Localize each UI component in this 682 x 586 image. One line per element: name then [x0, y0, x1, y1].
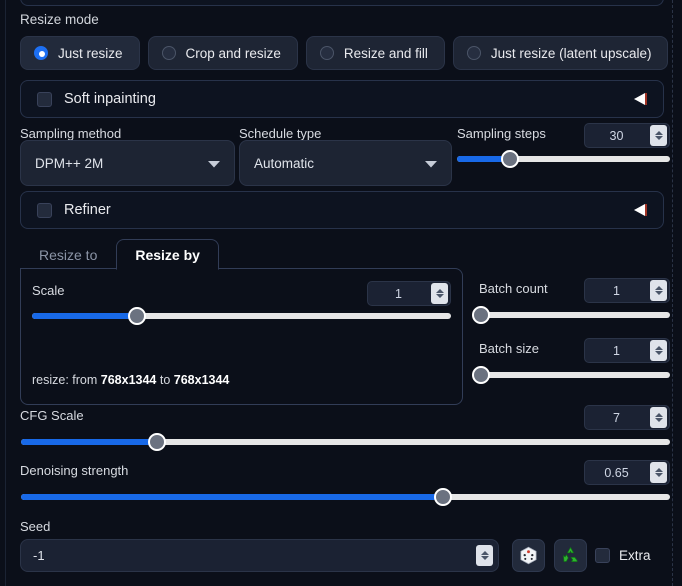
batch-size-label: Batch size	[479, 341, 539, 356]
slider-knob[interactable]	[501, 150, 520, 168]
slider-knob[interactable]	[127, 307, 146, 325]
slider-track	[481, 372, 670, 378]
cfg-scale-label: CFG Scale	[20, 408, 84, 423]
denoising-strength-stepper[interactable]	[650, 462, 667, 483]
extra-seed-checkbox[interactable]	[595, 548, 610, 563]
soft-inpainting-accordion[interactable]: Soft inpainting	[20, 80, 664, 118]
slider-knob[interactable]	[148, 433, 167, 451]
img2img-settings-panel: Resize mode Just resize Crop and resize …	[0, 0, 682, 586]
batch-size-number-input[interactable]: 1	[584, 338, 670, 363]
refiner-accordion[interactable]: Refiner	[20, 191, 664, 229]
seed-input[interactable]: -1	[20, 539, 499, 572]
sampling-steps-value: 30	[609, 128, 624, 143]
sampling-method-dropdown[interactable]: DPM++ 2M	[20, 140, 235, 186]
batch-count-slider[interactable]	[472, 306, 670, 324]
seed-value: -1	[33, 548, 45, 563]
radio-label: Just resize (latent upscale)	[490, 45, 652, 61]
schedule-type-dropdown[interactable]: Automatic	[239, 140, 452, 186]
refiner-label: Refiner	[64, 202, 111, 218]
cfg-scale-number-input[interactable]: 7	[584, 405, 670, 430]
scale-slider[interactable]	[32, 307, 451, 325]
resize-tab-bar[interactable]: Resize to Resize by	[20, 238, 219, 270]
scale-number-input[interactable]: 1	[367, 281, 451, 306]
chevron-down-icon	[425, 156, 437, 171]
scale-value: 1	[395, 286, 402, 301]
denoising-strength-number-input[interactable]: 0.65	[584, 460, 670, 485]
batch-size-slider[interactable]	[472, 366, 670, 384]
collapse-caret-icon[interactable]	[631, 202, 649, 218]
sampling-steps-slider[interactable]	[457, 150, 670, 168]
radio-indicator-icon	[34, 46, 48, 60]
sampling-method-label: Sampling method	[20, 126, 122, 141]
slider-fill	[21, 494, 443, 500]
radio-resize-and-fill[interactable]: Resize and fill	[305, 36, 445, 70]
resize-note-prefix: resize: from	[32, 373, 101, 387]
radio-just-resize-latent-upscale[interactable]: Just resize (latent upscale)	[452, 36, 669, 70]
denoising-strength-label: Denoising strength	[20, 463, 129, 478]
resize-note-to: 768x1344	[173, 373, 230, 387]
tab-resize-by[interactable]: Resize by	[116, 239, 219, 270]
schedule-type-label: Schedule type	[239, 126, 322, 141]
recycle-icon	[563, 547, 578, 562]
sampling-steps-label: Sampling steps	[457, 126, 546, 141]
scale-label: Scale	[32, 283, 65, 298]
batch-count-value: 1	[613, 283, 620, 298]
batch-count-label: Batch count	[479, 281, 548, 296]
slider-knob[interactable]	[472, 306, 490, 324]
seed-label: Seed	[20, 519, 51, 534]
cfg-scale-value: 7	[613, 410, 620, 425]
dice-icon	[520, 546, 537, 565]
resize-note-mid: to	[156, 373, 174, 387]
previous-panel-bottom-edge	[20, 0, 664, 6]
slider-knob[interactable]	[433, 488, 452, 506]
radio-label: Resize and fill	[343, 45, 428, 61]
scale-stepper[interactable]	[431, 283, 448, 304]
collapse-caret-icon[interactable]	[631, 91, 649, 107]
batch-size-stepper[interactable]	[650, 340, 667, 361]
resize-summary-text: resize: from 768x1344 to 768x1344	[32, 373, 229, 387]
batch-size-value: 1	[613, 343, 620, 358]
radio-crop-and-resize[interactable]: Crop and resize	[147, 36, 298, 70]
radio-label: Crop and resize	[185, 45, 281, 61]
soft-inpainting-checkbox[interactable]	[37, 91, 52, 107]
radio-label: Just resize	[58, 45, 123, 61]
resize-note-from: 768x1344	[100, 373, 157, 387]
extra-seed-label: Extra	[619, 548, 651, 563]
resize-mode-label: Resize mode	[20, 12, 99, 27]
chevron-down-icon	[208, 156, 220, 171]
slider-knob[interactable]	[472, 366, 490, 384]
cfg-scale-stepper[interactable]	[650, 407, 667, 428]
denoising-strength-slider[interactable]	[21, 488, 670, 506]
sampling-steps-stepper[interactable]	[650, 125, 667, 146]
radio-indicator-icon	[466, 46, 481, 60]
slider-fill	[21, 439, 158, 445]
soft-inpainting-label: Soft inpainting	[64, 91, 156, 107]
batch-count-stepper[interactable]	[650, 280, 667, 301]
tab-resize-to[interactable]: Resize to	[20, 239, 116, 270]
sampling-method-value: DPM++ 2M	[35, 155, 104, 171]
random-seed-button[interactable]	[512, 539, 545, 572]
slider-fill	[32, 313, 137, 319]
sampling-steps-number-input[interactable]: 30	[584, 123, 670, 148]
slider-track	[481, 312, 670, 318]
seed-stepper[interactable]	[476, 545, 493, 566]
reuse-seed-button[interactable]	[554, 539, 587, 572]
batch-count-number-input[interactable]: 1	[584, 278, 670, 303]
refiner-checkbox[interactable]	[37, 202, 52, 218]
radio-indicator-icon	[161, 46, 176, 60]
cfg-scale-slider[interactable]	[21, 433, 670, 451]
schedule-type-value: Automatic	[254, 155, 315, 171]
radio-indicator-icon	[319, 46, 334, 60]
radio-just-resize[interactable]: Just resize	[20, 36, 140, 70]
resize-mode-radio-group[interactable]: Just resize Crop and resize Resize and f…	[20, 36, 669, 70]
denoising-strength-value: 0.65	[604, 465, 629, 480]
